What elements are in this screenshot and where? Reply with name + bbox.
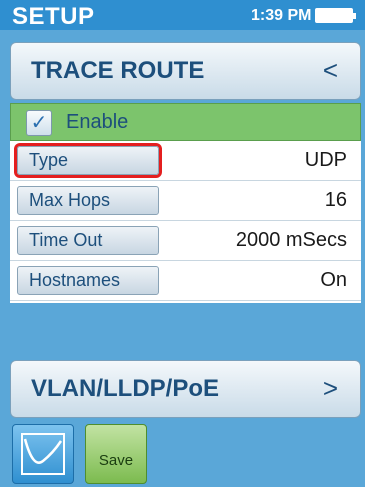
status-bar: SETUP 1:39 PM [0,0,365,30]
max-hops-value: 16 [324,189,347,211]
hostnames-button[interactable]: Hostnames [17,266,159,295]
setting-row-type: Type UDP [10,141,361,181]
enable-label: Enable [66,111,129,133]
trace-route-settings-panel: ✓ Enable Type UDP Max Hops 16 Time Out 2… [10,103,361,303]
save-button[interactable]: Save [85,424,147,484]
setup-screen: SETUP 1:39 PM TRACE ROUTE < ✓ Enable Typ… [0,0,365,487]
type-value: UDP [304,149,347,171]
graph-button[interactable] [12,424,74,484]
setting-row-hostnames: Hostnames On [10,261,361,301]
clock: 1:39 PM [251,7,312,24]
vlan-lldp-poe-title: VLAN/LLDP/PoE [31,375,220,402]
graph-curve-icon [23,438,63,464]
setting-row-max-hops: Max Hops 16 [10,181,361,221]
vlan-lldp-poe-header[interactable]: VLAN/LLDP/PoE > [10,360,361,418]
setting-row-time-out: Time Out 2000 mSecs [10,221,361,261]
trace-route-header[interactable]: TRACE ROUTE < [10,42,361,100]
type-button[interactable]: Type [17,146,159,175]
time-out-value: 2000 mSecs [235,229,347,251]
screen-title: SETUP [12,3,95,30]
time-out-button[interactable]: Time Out [17,226,159,255]
expand-arrow-icon[interactable]: > [323,373,338,404]
enable-checkbox[interactable]: ✓ [26,110,52,136]
trace-route-title: TRACE ROUTE [31,57,205,84]
enable-row[interactable]: ✓ Enable [10,103,361,141]
hostnames-value: On [320,269,347,291]
collapse-arrow-icon[interactable]: < [323,55,338,86]
save-label: Save [98,452,134,469]
max-hops-button[interactable]: Max Hops [17,186,159,215]
graph-icon [21,433,65,475]
battery-icon [315,8,356,23]
